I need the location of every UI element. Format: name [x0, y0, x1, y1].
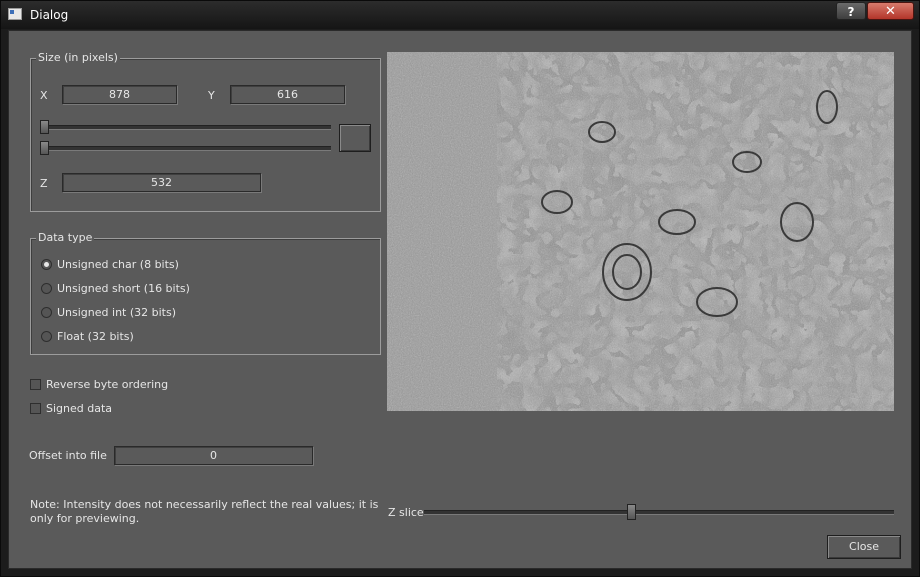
size-group-title: Size (in pixels) — [36, 51, 120, 64]
help-button[interactable]: ? — [836, 2, 866, 20]
offset-label: Offset into file — [29, 449, 107, 462]
preview-note: Note: Intensity does not necessarily ref… — [30, 498, 379, 525]
radio-button[interactable] — [41, 307, 52, 318]
radio-button[interactable] — [41, 331, 52, 342]
preview-image — [387, 52, 894, 411]
slider-groove — [424, 510, 894, 515]
signed-data-label: Signed data — [46, 402, 113, 415]
radio-label: Unsigned char (8 bits) — [57, 258, 179, 271]
x-label: X — [40, 89, 48, 102]
radio-button[interactable] — [41, 259, 52, 270]
slider-groove — [40, 146, 331, 151]
slider-handle[interactable] — [40, 141, 49, 155]
dialog-content: Size (in pixels) X 878 Y 616 Z 532 Data … — [8, 30, 912, 569]
slider-handle[interactable] — [40, 120, 49, 134]
link-aspect-button[interactable] — [339, 124, 371, 152]
title-bar[interactable]: Dialog ? ✕ — [1, 1, 919, 29]
x-size-slider[interactable] — [40, 120, 331, 134]
reverse-byte-label: Reverse byte ordering — [46, 378, 169, 391]
radio-button[interactable] — [41, 283, 52, 294]
window-title: Dialog — [30, 8, 69, 22]
close-button[interactable]: Close — [827, 535, 901, 559]
slider-groove — [40, 125, 331, 130]
z-label: Z — [40, 177, 48, 190]
reverse-byte-checkbox[interactable] — [30, 379, 41, 390]
y-label: Y — [208, 89, 215, 102]
z-size-field[interactable]: 532 — [62, 173, 261, 192]
radio-label: Float (32 bits) — [57, 330, 134, 343]
data-type-group-title: Data type — [36, 231, 95, 244]
y-size-field[interactable]: 616 — [230, 85, 345, 104]
signed-data-checkbox[interactable] — [30, 403, 41, 414]
dialog-window: Dialog ? ✕ Size (in pixels) X 878 Y 616 … — [0, 0, 920, 577]
radio-label: Unsigned short (16 bits) — [57, 282, 190, 295]
z-slice-label: Z slice — [388, 506, 424, 519]
window-close-button[interactable]: ✕ — [867, 2, 914, 20]
z-slice-slider[interactable] — [424, 504, 894, 520]
offset-field[interactable]: 0 — [114, 446, 313, 465]
radio-label: Unsigned int (32 bits) — [57, 306, 177, 319]
x-size-field[interactable]: 878 — [62, 85, 177, 104]
slider-handle[interactable] — [627, 504, 636, 520]
app-icon — [8, 8, 22, 20]
y-size-slider[interactable] — [40, 141, 331, 155]
